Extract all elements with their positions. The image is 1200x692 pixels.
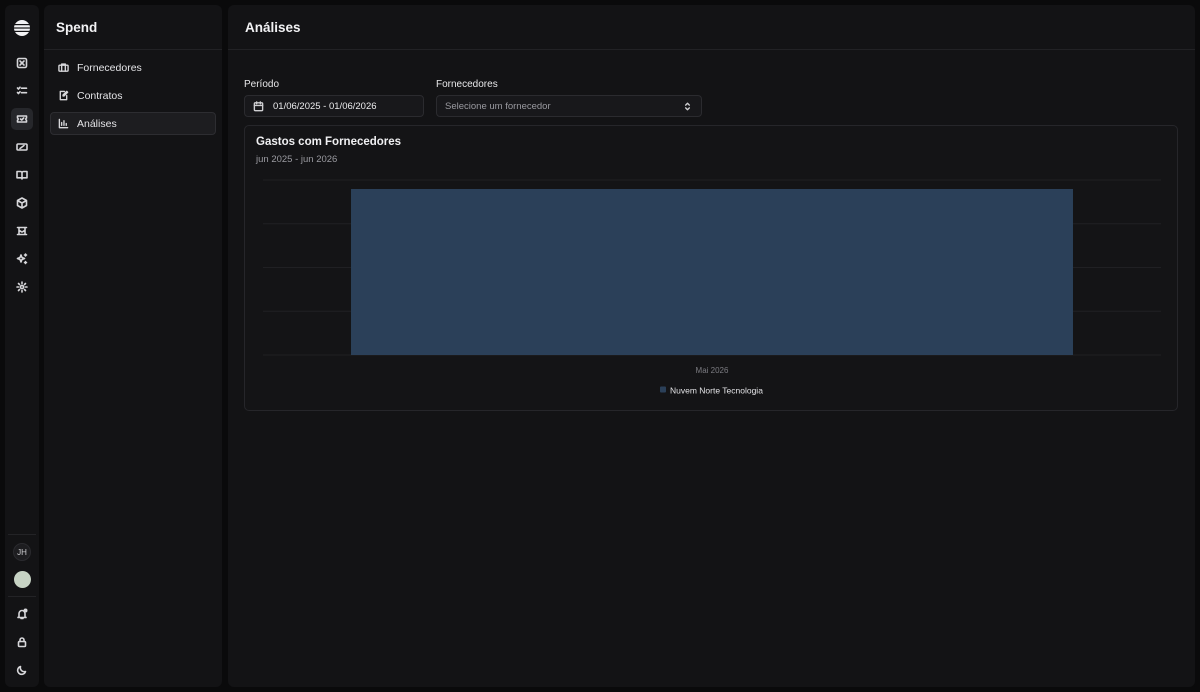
rail-divider (8, 534, 36, 535)
sidebar-item-label: Contratos (77, 89, 123, 102)
sidebar-item-contratos[interactable]: Contratos (50, 84, 216, 107)
rail-checklist-button[interactable] (11, 80, 33, 102)
file-edit-icon (59, 90, 69, 101)
rail-nav (11, 52, 33, 298)
sidebar-nav: Fornecedores Contratos Análises (44, 50, 222, 141)
checklist-icon (16, 86, 28, 95)
icon-rail: JH (5, 5, 39, 687)
supplier-label: Fornecedores (436, 79, 498, 90)
calendar-icon (253, 100, 264, 111)
lock-icon (17, 637, 27, 648)
sidebar-item-fornecedores[interactable]: Fornecedores (50, 56, 216, 79)
theme-toggle-button[interactable] (11, 659, 33, 681)
supplier-select[interactable]: Selecione um fornecedor (436, 95, 702, 117)
main-panel: Análises Período 01/06/2025 - 01/06/2026… (228, 5, 1195, 687)
bar[interactable] (351, 189, 1073, 355)
sidebar-item-label: Análises (77, 117, 117, 130)
rail-sparkles-button[interactable] (11, 248, 33, 270)
rail-grid-x-button[interactable] (11, 52, 33, 74)
page-title: Análises (245, 20, 301, 35)
app-logo-icon[interactable] (12, 18, 32, 38)
rail-book-button[interactable] (11, 164, 33, 186)
main-header: Análises (228, 5, 1195, 50)
filters: Período 01/06/2025 - 01/06/2026 Forneced… (244, 79, 702, 117)
banknote-icon (16, 143, 28, 151)
supplier-placeholder: Selecione um fornecedor (445, 100, 551, 112)
rail-ticket-button[interactable] (11, 108, 33, 130)
lock-button[interactable] (11, 631, 33, 653)
bridge-icon (16, 226, 28, 236)
moon-icon (16, 665, 27, 676)
package-icon (16, 197, 28, 209)
period-value: 01/06/2025 - 01/06/2026 (273, 100, 377, 112)
gear-icon (16, 281, 28, 293)
sidebar: Spend Fornecedores Contratos Análises (44, 5, 222, 687)
sparkles-icon (16, 253, 28, 265)
bar-chart: Mai 2026 Nuvem Norte Tecnologia (263, 179, 1161, 396)
rail-gear-button[interactable] (11, 276, 33, 298)
rail-banknote-button[interactable] (11, 136, 33, 158)
sidebar-item-analises[interactable]: Análises (50, 112, 216, 135)
grid-x-icon (16, 57, 28, 69)
notifications-button[interactable] (11, 603, 33, 625)
rail-package-button[interactable] (11, 192, 33, 214)
chart-card: Gastos com Fornecedores jun 2025 - jun 2… (244, 125, 1178, 411)
rail-divider (8, 596, 36, 597)
legend-label: Nuvem Norte Tecnologia (670, 386, 763, 396)
book-icon (16, 170, 28, 180)
x-tick-label: Mai 2026 (696, 366, 729, 375)
avatar[interactable] (13, 571, 31, 588)
period-label: Período (244, 79, 280, 90)
chevron-up-down-icon (684, 102, 691, 110)
sidebar-item-label: Fornecedores (77, 61, 142, 74)
rail-bottom: JH (5, 534, 39, 681)
bell-icon (17, 608, 28, 620)
rail-bridge-button[interactable] (11, 220, 33, 242)
sidebar-header: Spend (44, 5, 222, 50)
period-field: Período 01/06/2025 - 01/06/2026 (244, 79, 424, 117)
user-initials-avatar[interactable]: JH (13, 543, 31, 561)
bar-chart-icon (58, 118, 69, 129)
ticket-icon (16, 115, 28, 123)
period-date-picker[interactable]: 01/06/2025 - 01/06/2026 (244, 95, 424, 117)
briefcase-icon (58, 63, 69, 72)
sidebar-title: Spend (56, 20, 98, 35)
legend-swatch (660, 386, 666, 393)
supplier-field: Fornecedores Selecione um fornecedor (436, 79, 702, 117)
